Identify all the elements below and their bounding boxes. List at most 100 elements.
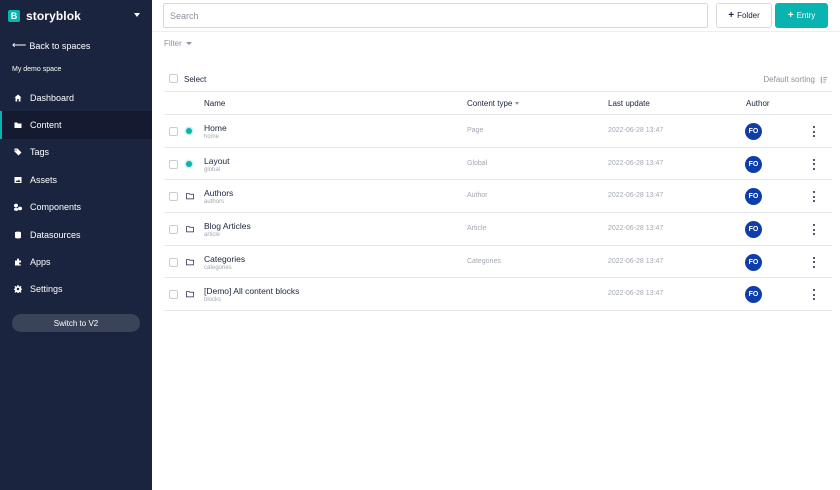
select-all-row: Select Default sorting [164,70,832,92]
entry-last-update: 2022-06-28 13:47 [608,225,664,233]
folder-icon [186,193,194,200]
more-options-icon[interactable] [812,256,816,268]
entry-slug: authors [204,199,225,206]
home-icon [14,94,30,102]
entry-last-update: 2022-06-28 13:47 [608,290,664,298]
back-to-spaces-link[interactable]: ⟵ Back to spaces [12,40,90,51]
sidebar-item-apps[interactable]: Apps [0,248,152,275]
published-status-dot-icon [186,160,192,167]
add-folder-button[interactable]: + Folder [716,3,772,28]
topbar: + Folder + Entry [152,0,840,32]
table-row[interactable]: Blog Articles article Article 2022-06-28… [164,213,832,246]
sidebar-item-label: Datasources [30,229,81,240]
sidebar-item-components[interactable]: Components [0,194,152,221]
sidebar-item-tags[interactable]: Tags [0,139,152,166]
entry-content-type: Article [467,225,487,233]
table-row[interactable]: [Demo] All content blocks blocks 2022-06… [164,278,832,312]
add-entry-button[interactable]: + Entry [775,3,828,28]
more-options-icon[interactable] [812,158,816,170]
gear-icon [14,285,30,294]
folder-icon [14,121,30,129]
entry-name[interactable]: [Demo] All content blocks [204,286,299,296]
space-name: My demo space [12,66,62,73]
sidebar-item-content[interactable]: Content [0,111,152,140]
entry-content-type: Categories [467,257,501,265]
author-avatar: FO [745,123,762,140]
row-checkbox[interactable] [169,290,178,300]
sidebar-item-label: Settings [30,284,63,295]
puzzle-icon [14,258,30,266]
row-checkbox[interactable] [169,127,178,136]
sort-dropdown[interactable]: Default sorting [763,75,828,84]
table-row[interactable]: Authors authors Author 2022-06-28 13:47 … [164,180,832,214]
more-options-icon[interactable] [812,126,816,137]
database-icon [14,231,30,239]
sidebar-nav: Dashboard Content Tags Assets Components… [0,84,152,303]
column-header-label: Content type [467,99,513,108]
row-checkbox[interactable] [169,225,178,235]
sidebar-item-label: Components [30,202,82,213]
add-entry-label: Entry [796,11,816,20]
entry-content-type: Author [467,192,488,200]
entry-slug: global [204,166,221,173]
search-input[interactable] [163,3,708,28]
sort-label: Default sorting [763,75,815,84]
entry-name[interactable]: Authors [204,188,233,198]
sidebar-item-label: Assets [30,174,58,185]
entry-name[interactable]: Blog Articles [204,221,251,231]
entry-last-update: 2022-06-28 13:47 [608,257,664,265]
entry-slug: article [204,232,221,239]
author-avatar: FO [745,253,762,271]
folder-icon [186,258,194,265]
more-options-icon[interactable] [812,289,816,301]
column-header-last-update[interactable]: Last update [608,99,650,108]
author-avatar: FO [745,221,762,239]
image-icon [14,176,30,184]
published-status-dot-icon [186,128,192,134]
author-avatar: FO [745,188,762,206]
table-row[interactable]: Layout global Global 2022-06-28 13:47 FO [164,148,832,181]
sidebar-item-datasources[interactable]: Datasources [0,221,152,248]
entry-name[interactable]: Layout [204,156,230,166]
arrow-left-icon: ⟵ [12,40,27,51]
table-header: Name Content type Last update Author [164,93,832,115]
entry-content-type: Global [467,159,488,167]
folder-icon [186,226,194,233]
entry-name[interactable]: Categories [204,254,245,264]
entry-last-update: 2022-06-28 13:47 [608,127,664,134]
table-row[interactable]: Categories categories Categories 2022-06… [164,246,832,279]
column-header-name[interactable]: Name [204,99,225,108]
entry-slug: categories [204,264,232,271]
chevron-down-icon [185,42,192,45]
row-checkbox[interactable] [169,257,178,267]
entry-slug: home [204,134,220,140]
entry-name[interactable]: Home [204,123,227,133]
table-row[interactable]: Home home Page 2022-06-28 13:47 FO [164,115,832,148]
back-to-spaces-label: Back to spaces [29,40,91,51]
tags-icon [14,148,30,156]
space-switcher-chevron-down-icon[interactable] [134,13,140,17]
column-header-author[interactable]: Author [746,99,770,108]
sidebar-item-dashboard[interactable]: Dashboard [0,84,152,111]
brand-name: storyblok [26,9,81,23]
sidebar-item-label: Dashboard [30,92,75,103]
switch-to-v2-button[interactable]: Switch to V2 [12,314,140,332]
sidebar-item-assets[interactable]: Assets [0,166,152,193]
filter-dropdown[interactable]: Filter [164,39,192,48]
row-checkbox[interactable] [169,192,178,202]
author-avatar: FO [745,155,762,173]
entry-last-update: 2022-06-28 13:47 [608,159,664,167]
folder-icon [186,291,194,298]
select-all-checkbox[interactable] [169,74,178,83]
more-options-icon[interactable] [812,224,816,236]
row-checkbox[interactable] [169,159,178,169]
brand[interactable]: B storyblok [0,0,152,32]
entry-slug: blocks [204,297,222,304]
column-header-content-type[interactable]: Content type [467,99,520,108]
sidebar-item-settings[interactable]: Settings [0,276,152,303]
select-all-label: Select [184,75,207,84]
filter-label: Filter [164,39,182,48]
more-options-icon[interactable] [812,191,816,203]
entry-content-type: Page [467,127,484,134]
storyblok-logo-icon: B [8,10,20,22]
